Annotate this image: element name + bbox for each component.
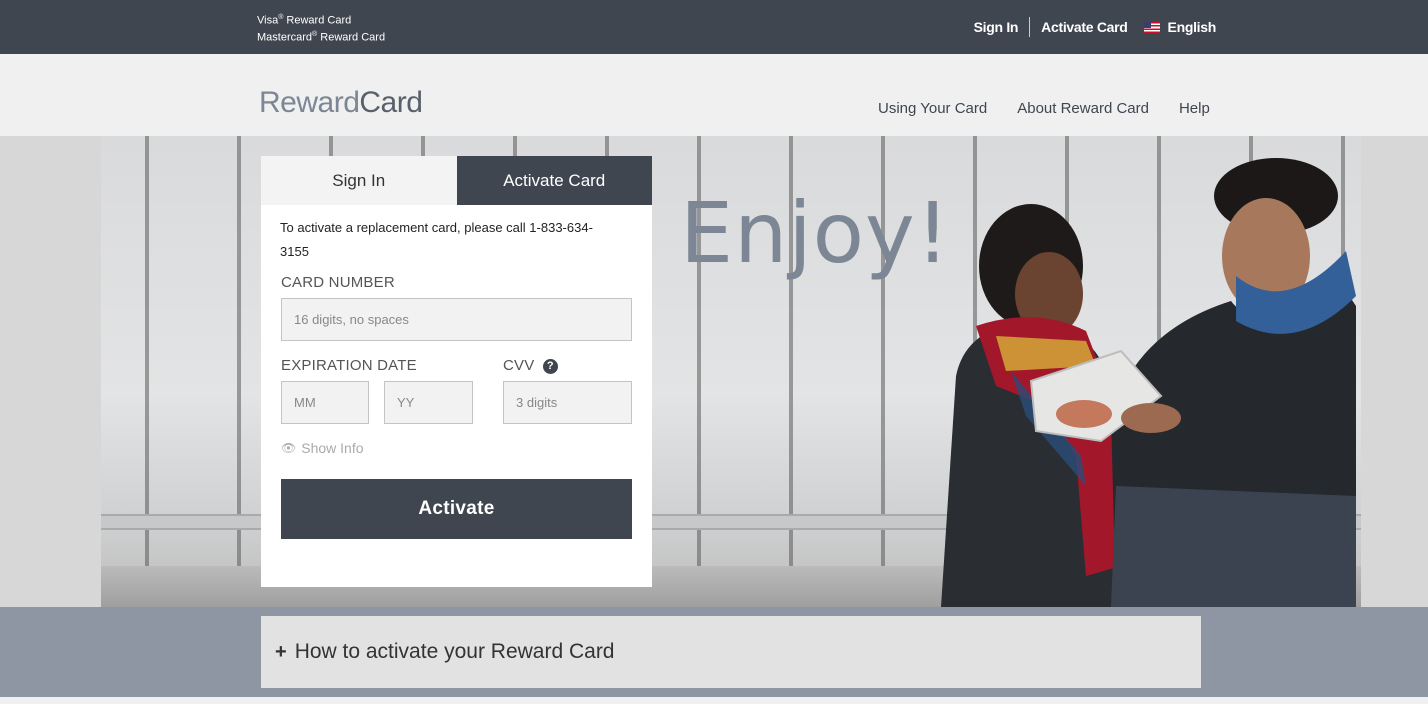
- eye-icon: 👁: [281, 441, 297, 455]
- top-activate-card-link[interactable]: Activate Card: [1041, 19, 1128, 35]
- main-nav: Using Your Card About Reward Card Help: [878, 100, 1210, 117]
- cvv-input[interactable]: 3 digits: [503, 381, 632, 424]
- tab-activate-card[interactable]: Activate Card: [456, 156, 652, 205]
- plus-icon: +: [275, 640, 287, 663]
- show-info-label: Show Info: [301, 440, 364, 456]
- how-to-activate-accordion[interactable]: + How to activate your Reward Card: [261, 616, 1201, 688]
- help-icon[interactable]: ?: [542, 359, 558, 374]
- reward-card-logo[interactable]: RewardCard: [259, 86, 423, 120]
- us-flag-icon: [1143, 21, 1160, 33]
- expiration-month-input[interactable]: MM: [281, 381, 369, 424]
- expiration-year-input[interactable]: YY: [384, 381, 473, 424]
- card-number-label: CARD NUMBER: [281, 274, 395, 291]
- tab-sign-in[interactable]: Sign In: [261, 156, 457, 205]
- footer-strip: [0, 697, 1428, 704]
- accordion-title: How to activate your Reward Card: [294, 640, 615, 663]
- replacement-note: To activate a replacement card, please c…: [280, 220, 593, 259]
- site-header: RewardCard Using Your Card About Reward …: [0, 54, 1428, 136]
- expiration-date-label: EXPIRATION DATE: [281, 357, 417, 374]
- show-info-toggle[interactable]: 👁 Show Info: [281, 440, 364, 456]
- nav-help[interactable]: Help: [1179, 100, 1210, 117]
- cvv-label: CVV: [503, 357, 535, 374]
- nav-about-reward-card[interactable]: About Reward Card: [1017, 100, 1149, 117]
- top-sign-in-link[interactable]: Sign In: [974, 19, 1019, 35]
- hero-headline: Enjoy!: [680, 184, 951, 282]
- couple-photo: [941, 158, 1356, 607]
- nav-using-your-card[interactable]: Using Your Card: [878, 100, 987, 117]
- activate-button[interactable]: Activate: [281, 479, 632, 539]
- brand-visa: Visa: [257, 14, 279, 27]
- language-label: English: [1167, 19, 1217, 35]
- top-links: Sign In Activate Card English: [974, 17, 1216, 37]
- activation-card: Sign In Activate Card To activate a repl…: [261, 156, 652, 587]
- card-number-input[interactable]: 16 digits, no spaces: [281, 298, 632, 341]
- brand-mastercard: Mastercard: [257, 31, 313, 44]
- language-selector[interactable]: English: [1143, 19, 1217, 35]
- card-brands: Visa® Reward Card Mastercard® Reward Car…: [257, 14, 386, 44]
- form-tabs: Sign In Activate Card: [261, 156, 652, 205]
- cvv-label-group: CVV ?: [503, 357, 558, 374]
- top-utility-bar: Visa® Reward Card Mastercard® Reward Car…: [0, 0, 1428, 54]
- divider: [1029, 17, 1031, 37]
